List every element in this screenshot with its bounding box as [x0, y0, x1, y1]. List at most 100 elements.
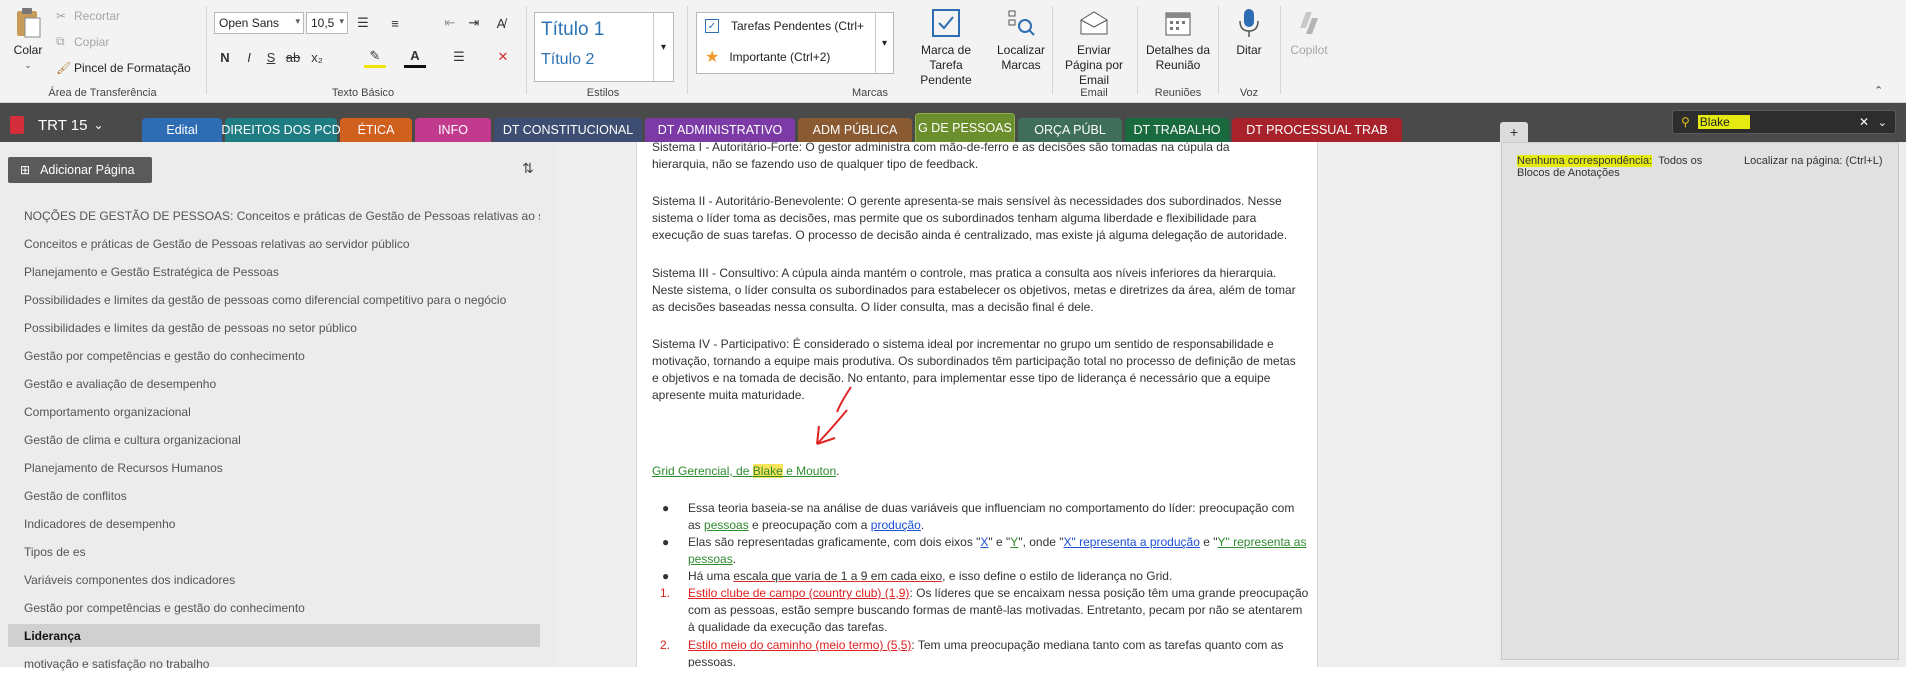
page-item[interactable]: Tipos de es [8, 540, 540, 563]
tab-section[interactable]: G DE PESSOAS [915, 113, 1015, 142]
page-item[interactable]: Comportamento organizacional [8, 400, 540, 423]
clear-icon[interactable]: ✕ [492, 46, 514, 68]
strikethrough-icon[interactable]: ab [282, 46, 304, 68]
underline-icon[interactable]: S [260, 46, 282, 68]
email-page-button[interactable]: Enviar Página por Email [1056, 6, 1132, 88]
chevron-down-icon[interactable]: ⌄ [1878, 116, 1887, 129]
tags-gallery[interactable]: ✓ Tarefas Pendentes (Ctrl+ ★ Importante … [696, 12, 894, 74]
copy-button[interactable]: ⧉ Copiar [56, 34, 109, 49]
text-line: Neste sistema, o líder consulta os subor… [652, 283, 1296, 297]
page-item[interactable]: motivação e satisfação no trabalho [8, 652, 540, 675]
meeting-details-button[interactable]: Detalhes da Reunião [1142, 6, 1214, 73]
align-icon[interactable]: ☰ [448, 46, 470, 68]
notebook-icon [10, 116, 24, 134]
styles-expand-icon[interactable]: ▾ [653, 13, 673, 81]
tag-todo-label: Tarefas Pendentes (Ctrl+ [731, 19, 865, 33]
bold-icon[interactable]: N [214, 46, 236, 68]
page-item[interactable]: Gestão de clima e cultura organizacional [8, 428, 540, 451]
page-item[interactable]: Conceitos e práticas de Gestão de Pessoa… [8, 232, 540, 255]
font-color-icon[interactable]: A [404, 46, 426, 68]
calendar-icon [1161, 6, 1195, 40]
styles-gallery[interactable]: Título 1 Título 2 ▾ [534, 12, 674, 82]
font-name-value: Open Sans [219, 16, 280, 30]
tag-todo[interactable]: ✓ Tarefas Pendentes (Ctrl+ [705, 19, 864, 33]
tab-section[interactable]: DT TRABALHO [1125, 118, 1229, 142]
tags-expand-icon[interactable]: ▾ [875, 13, 893, 73]
font-name-select[interactable]: Open Sans ▾ [214, 12, 304, 34]
search-icon: ⚲ [1681, 115, 1690, 129]
tag-important[interactable]: ★ Importante (Ctrl+2) [705, 47, 830, 67]
add-page-button[interactable]: ⊞ Adicionar Página [8, 157, 152, 183]
dictate-label: Ditar [1236, 43, 1262, 57]
page-item[interactable]: Liderança [8, 624, 540, 647]
star-icon: ★ [705, 49, 720, 66]
tab-section[interactable]: DT PROCESSUAL TRAB [1232, 118, 1402, 142]
voice-group-label: Voz [1239, 87, 1259, 99]
page-item[interactable]: Variáveis componentes dos indicadores [8, 568, 540, 591]
add-section-button[interactable]: + [1500, 122, 1528, 142]
paste-button[interactable]: Colar ⌄ [6, 6, 50, 73]
copilot-button[interactable]: Copilot [1284, 6, 1334, 58]
highlight-icon[interactable]: ✎ [364, 46, 386, 68]
tab-section[interactable]: DIREITOS DOS PCD [221, 118, 341, 142]
note-page[interactable]: Sistema I - Autoritário-Forte: O gestor … [636, 142, 1318, 667]
text-line: Sistema IV - Participativo: É considerad… [652, 337, 1274, 351]
bullet-icon: ● [662, 569, 670, 583]
style-title1[interactable]: Título 1 [541, 19, 604, 41]
voice-group: Ditar Voz [1220, 0, 1278, 103]
page-item[interactable]: Gestão por competências e gestão do conh… [8, 344, 540, 367]
tab-section[interactable]: ORÇA PÚBL [1018, 118, 1122, 142]
tab-section[interactable]: ÉTICA [340, 118, 412, 142]
notebook-title: TRT 15 [38, 116, 88, 134]
page-item[interactable]: NOÇÕES DE GESTÃO DE PESSOAS: Conceitos e… [8, 204, 540, 227]
italic-icon[interactable]: I [238, 46, 260, 68]
basic-text-group: Open Sans ▾ 10,5 ▾ ☰ ≡ ⇤ ⇥ A̸ N I S ab x… [208, 0, 518, 103]
indent-icon[interactable]: ⇥ [463, 12, 485, 34]
text-line: motivação, tornando a equipe mais produt… [652, 354, 1296, 368]
page-item[interactable]: Gestão por competências e gestão do conh… [8, 596, 540, 619]
section-tab-bar: TRT 15 ⌄ Edital DIREITOS DOS PCD ÉTICA INFO… [0, 103, 1906, 142]
tab-section[interactable]: DT ADMINISTRATIVO [645, 118, 795, 142]
outdent-icon[interactable]: ⇤ [439, 12, 461, 34]
search-input[interactable]: ⚲ Blake ✕ ⌄ [1672, 110, 1896, 134]
tab-section[interactable]: INFO [415, 118, 491, 142]
numbering-icon[interactable]: ≡ [384, 12, 406, 34]
collapse-ribbon-icon[interactable]: ⌃ [1874, 84, 1883, 97]
meeting-details-label: Detalhes da Reunião [1145, 43, 1211, 72]
page-item[interactable]: Indicadores de desempenho [8, 512, 540, 535]
sort-icon[interactable]: ⇅ [522, 160, 534, 177]
page-item[interactable]: Gestão e avaliação de desempenho [8, 372, 540, 395]
format-painter-label: Pincel de Formatação [74, 61, 191, 75]
text-line: pessoas. [688, 655, 737, 667]
tab-section[interactable]: DT CONSTITUCIONAL [494, 118, 642, 142]
dictate-button[interactable]: Ditar [1224, 6, 1274, 58]
separator [1280, 6, 1281, 94]
paste-dropdown-icon[interactable]: ⌄ [24, 58, 32, 73]
find-tags-button[interactable]: Localizar Marcas [992, 6, 1050, 73]
cut-button[interactable]: ✂ Recortar [56, 9, 120, 23]
format-painter-button[interactable]: 🖌 Pincel de Formatação [56, 61, 191, 75]
checkbox-icon [929, 6, 963, 40]
page-item[interactable]: Planejamento de Recursos Humanos [8, 456, 540, 479]
style-title2[interactable]: Título 2 [541, 51, 594, 69]
copilot-icon [1292, 6, 1326, 40]
find-in-page-hint[interactable]: Localizar na página: (Ctrl+L) [1744, 155, 1883, 167]
tab-section[interactable]: ADM PÚBLICA [798, 118, 912, 142]
copilot-label: Copilot [1290, 43, 1328, 57]
todo-tag-button[interactable]: Marca de Tarefa Pendente [900, 6, 992, 88]
tab-section[interactable]: Edital [142, 118, 222, 142]
font-size-select[interactable]: 10,5 ▾ [306, 12, 348, 34]
notebook-selector[interactable]: TRT 15 ⌄ [10, 113, 104, 137]
search-query: Blake [1697, 115, 1750, 129]
page-item[interactable]: Planejamento e Gestão Estratégica de Pes… [8, 260, 540, 283]
close-icon[interactable]: ✕ [1859, 115, 1869, 129]
subscript-icon[interactable]: x₂ [306, 46, 328, 68]
page-item[interactable]: Gestão de conflitos [8, 484, 540, 507]
clear-formatting-icon[interactable]: A̸ [490, 12, 512, 34]
page-item[interactable]: Possibilidades e limites da gestão de pe… [8, 316, 540, 339]
bullets-icon[interactable]: ☰ [352, 12, 374, 34]
text-line: Estilo clube de campo (country club) (1,… [688, 586, 1309, 600]
text-line: as decisões baseadas nessa consulta. O l… [652, 300, 1094, 314]
text-line: execução de suas tarefas. O processo de … [652, 228, 1288, 242]
page-item[interactable]: Possibilidades e limites da gestão de pe… [8, 288, 540, 311]
